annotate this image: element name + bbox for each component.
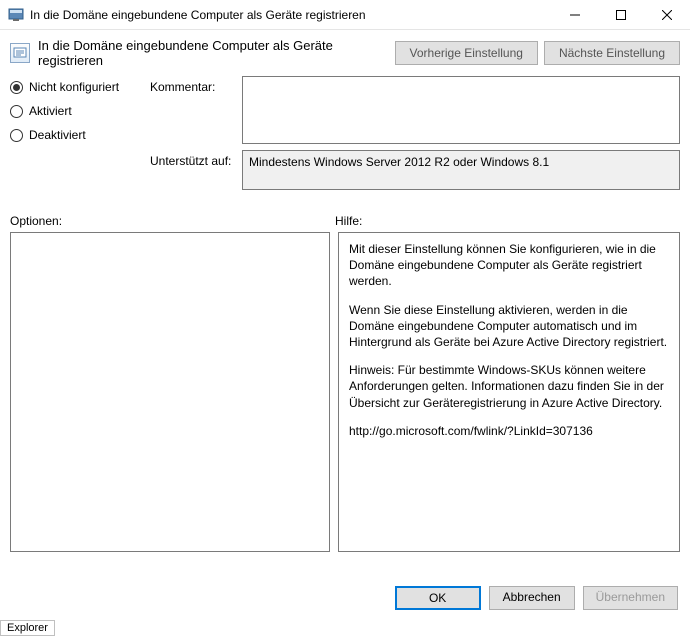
status-bar: Explorer — [0, 620, 55, 636]
radio-enabled[interactable]: Aktiviert — [10, 104, 150, 118]
help-label: Hilfe: — [335, 214, 362, 228]
radio-label: Nicht konfiguriert — [29, 80, 119, 94]
help-text: Mit dieser Einstellung können Sie konfig… — [349, 241, 669, 290]
supported-label: Unterstützt auf: — [150, 150, 242, 168]
supported-on-value: Mindestens Windows Server 2012 R2 oder W… — [242, 150, 680, 190]
help-text: Hinweis: Für bestimmte Windows-SKUs könn… — [349, 362, 669, 411]
state-radio-group: Nicht konfiguriert Aktiviert Deaktiviert — [10, 76, 150, 196]
dialog-buttons: OK Abbrechen Übernehmen — [395, 586, 678, 610]
help-text: Wenn Sie diese Einstellung aktivieren, w… — [349, 302, 669, 351]
close-button[interactable] — [644, 0, 690, 30]
comment-label: Kommentar: — [150, 76, 242, 94]
radio-disabled[interactable]: Deaktiviert — [10, 128, 150, 142]
app-icon — [8, 7, 24, 23]
help-pane: Mit dieser Einstellung können Sie konfig… — [338, 232, 680, 552]
maximize-button[interactable] — [598, 0, 644, 30]
next-setting-button[interactable]: Nächste Einstellung — [544, 41, 680, 65]
policy-header: In die Domäne eingebundene Computer als … — [10, 38, 680, 68]
cancel-button[interactable]: Abbrechen — [489, 586, 575, 610]
policy-title: In die Domäne eingebundene Computer als … — [38, 38, 395, 68]
policy-icon — [10, 43, 30, 63]
radio-label: Aktiviert — [29, 104, 72, 118]
radio-dot-icon — [10, 129, 23, 142]
options-label: Optionen: — [10, 214, 335, 228]
ok-button[interactable]: OK — [395, 586, 481, 610]
comment-input[interactable] — [242, 76, 680, 144]
radio-not-configured[interactable]: Nicht konfiguriert — [10, 80, 150, 94]
window-title: In die Domäne eingebundene Computer als … — [30, 8, 552, 22]
minimize-button[interactable] — [552, 0, 598, 30]
radio-dot-icon — [10, 81, 23, 94]
titlebar: In die Domäne eingebundene Computer als … — [0, 0, 690, 30]
radio-label: Deaktiviert — [29, 128, 86, 142]
window-controls — [552, 0, 690, 29]
radio-dot-icon — [10, 105, 23, 118]
apply-button[interactable]: Übernehmen — [583, 586, 678, 610]
previous-setting-button[interactable]: Vorherige Einstellung — [395, 41, 538, 65]
help-link-text: http://go.microsoft.com/fwlink/?LinkId=3… — [349, 423, 669, 439]
options-pane — [10, 232, 330, 552]
